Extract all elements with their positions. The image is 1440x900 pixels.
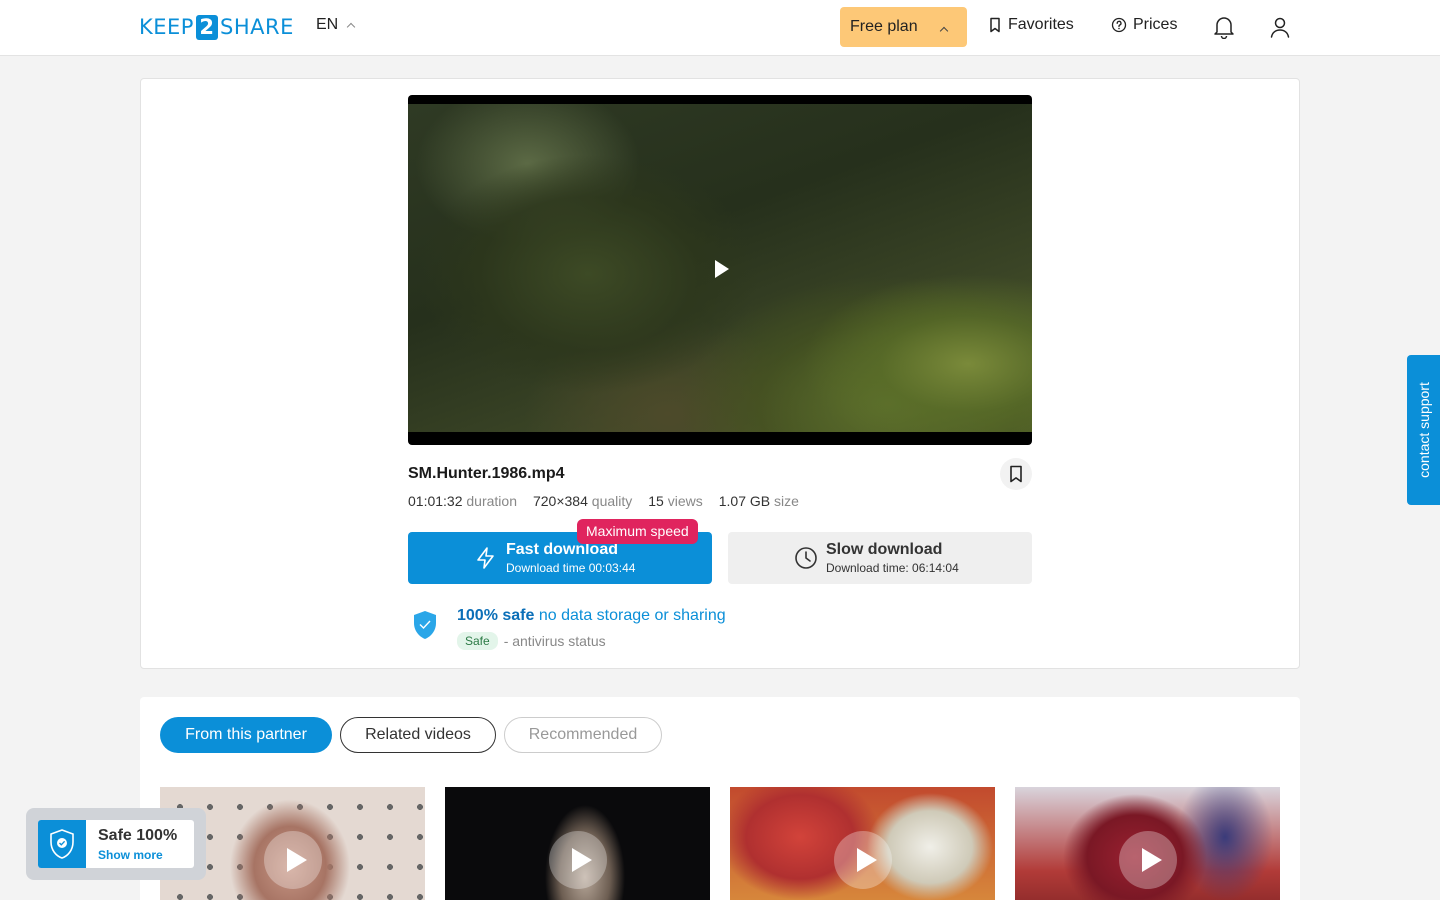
- contact-support-tab[interactable]: contact support: [1407, 355, 1440, 505]
- fast-download-time: Download time 00:03:44: [506, 561, 636, 575]
- safety-info: 100% safe no data storage or sharing Saf…: [408, 602, 808, 654]
- keep2share-logo[interactable]: KEEP 2 SHARE: [139, 14, 294, 40]
- antivirus-label: - antivirus status: [503, 633, 606, 649]
- safe-badge: Safe: [457, 632, 498, 650]
- prices-link[interactable]: Prices: [1111, 16, 1177, 34]
- safe-widget-inner: Safe 100% Show more: [38, 820, 194, 868]
- safe-widget-shield: [38, 820, 86, 868]
- add-to-favorites-button[interactable]: [1000, 458, 1032, 490]
- file-meta: 01:01:32 duration 720×384 quality 15 vie…: [408, 493, 799, 509]
- meta-views: 15 views: [648, 493, 703, 509]
- safety-strong-text: 100% safe: [457, 607, 535, 624]
- logo-text-share: SHARE: [219, 15, 294, 39]
- safety-rest-text[interactable]: no data storage or sharing: [539, 607, 726, 624]
- meta-duration: 01:01:32 duration: [408, 493, 517, 509]
- free-plan-label: Free plan: [850, 18, 918, 35]
- slow-download-button[interactable]: Slow download Download time: 06:14:04: [728, 532, 1032, 584]
- tab-recommended[interactable]: Recommended: [504, 717, 662, 753]
- clock-icon: [795, 547, 817, 569]
- language-label: EN: [316, 16, 339, 33]
- chevron-up-icon: [346, 22, 356, 32]
- top-header: KEEP 2 SHARE EN Free plan Favorites Prices: [0, 0, 1440, 56]
- video-thumbnail[interactable]: [730, 787, 995, 900]
- file-name: SM.Hunter.1986.mp4: [408, 465, 565, 482]
- meta-size: 1.07 GB size: [718, 493, 799, 509]
- shield-check-icon: [50, 829, 74, 859]
- antivirus-status: Safe - antivirus status: [457, 632, 606, 650]
- safe-widget[interactable]: Safe 100% Show more: [26, 808, 206, 880]
- tab-related-videos[interactable]: Related videos: [340, 717, 496, 753]
- chevron-up-icon: [939, 26, 949, 36]
- safety-headline: 100% safe no data storage or sharing: [457, 607, 726, 625]
- free-plan-button[interactable]: Free plan: [840, 7, 967, 47]
- prices-label: Prices: [1133, 16, 1178, 33]
- bookmark-icon: [990, 17, 1000, 33]
- logo-text-2: 2: [195, 14, 218, 40]
- play-icon: [572, 848, 592, 872]
- video-thumbnail[interactable]: [445, 787, 710, 900]
- contact-support-label: contact support: [1415, 382, 1432, 478]
- play-icon[interactable]: [715, 260, 729, 278]
- language-selector[interactable]: EN: [316, 16, 356, 34]
- maximum-speed-badge: Maximum speed: [577, 519, 698, 544]
- safe-widget-title: Safe 100%: [98, 827, 178, 844]
- user-icon[interactable]: [1269, 15, 1291, 39]
- meta-quality: 720×384 quality: [532, 493, 633, 509]
- logo-text-keep: KEEP: [139, 15, 194, 39]
- bell-icon[interactable]: [1213, 15, 1235, 39]
- play-icon: [287, 848, 307, 872]
- tab-from-this-partner[interactable]: From this partner: [160, 717, 332, 753]
- shield-check-icon: [414, 611, 436, 639]
- lightning-icon: [477, 547, 494, 569]
- play-icon: [857, 848, 877, 872]
- show-more-link[interactable]: Show more: [98, 848, 163, 862]
- favorites-label: Favorites: [1008, 16, 1074, 33]
- favorites-link[interactable]: Favorites: [988, 16, 1074, 34]
- question-circle-icon: [1111, 17, 1127, 33]
- slow-download-time: Download time: 06:14:04: [826, 561, 959, 575]
- video-thumbnail[interactable]: [1015, 787, 1280, 900]
- play-icon: [1142, 848, 1162, 872]
- video-player[interactable]: [408, 95, 1032, 445]
- bookmark-icon: [1010, 465, 1022, 483]
- slow-download-title: Slow download: [826, 541, 943, 558]
